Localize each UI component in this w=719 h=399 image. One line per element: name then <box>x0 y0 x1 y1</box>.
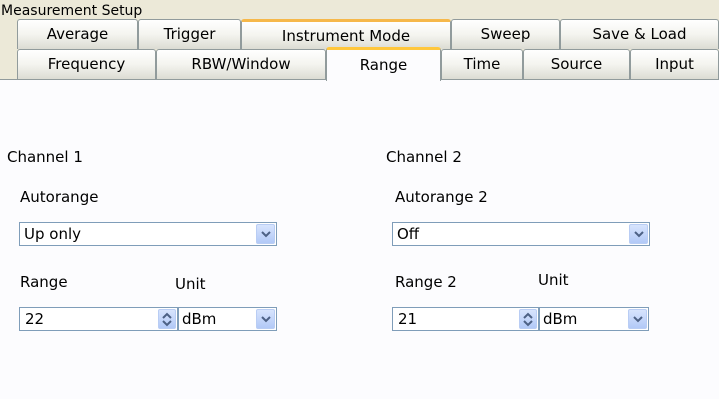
tab-trigger[interactable]: Trigger <box>138 19 241 49</box>
chevron-down-icon[interactable] <box>629 224 648 244</box>
tab-source[interactable]: Source <box>523 49 630 79</box>
channel2-unit-label: Unit <box>538 271 569 289</box>
chevron-down-icon[interactable] <box>256 224 275 244</box>
channel2-autorange-value: Off <box>397 225 420 243</box>
channel2-range-spinner[interactable]: 21 <box>392 307 539 331</box>
channel1-range-spinner[interactable]: 22 <box>19 307 178 331</box>
tab-save-load[interactable]: Save & Load <box>560 19 719 49</box>
chevron-down-icon[interactable] <box>256 309 275 329</box>
tab-instrument-mode[interactable]: Instrument Mode <box>241 19 451 49</box>
channel1-unit-select[interactable]: dBm <box>178 307 277 331</box>
channel2-autorange-label: Autorange 2 <box>395 188 488 206</box>
channel2-range-value: 21 <box>398 310 418 328</box>
channel2-heading: Channel 2 <box>386 148 462 166</box>
channel1-heading: Channel 1 <box>7 148 83 166</box>
tab-time[interactable]: Time <box>441 49 523 79</box>
channel1-range-label: Range <box>20 273 68 291</box>
channel1-autorange-value: Up only <box>24 225 81 243</box>
channel2-range-label: Range 2 <box>395 273 457 291</box>
tab-frequency[interactable]: Frequency <box>17 49 156 79</box>
spinner-arrows-icon[interactable] <box>519 309 537 329</box>
chevron-down-icon[interactable] <box>628 309 647 329</box>
channel2-unit-select[interactable]: dBm <box>539 307 649 331</box>
channel1-autorange-label: Autorange <box>20 188 99 206</box>
channel1-unit-label: Unit <box>175 275 206 293</box>
channel2-autorange-select[interactable]: Off <box>392 222 650 246</box>
tab-average[interactable]: Average <box>17 19 138 49</box>
spinner-arrows-icon[interactable] <box>158 309 176 329</box>
range-tab-panel: Channel 1 Autorange Up only Range Unit 2… <box>0 79 719 399</box>
tab-sweep[interactable]: Sweep <box>451 19 560 49</box>
channel1-autorange-select[interactable]: Up only <box>19 222 277 246</box>
tab-range[interactable]: Range <box>326 47 441 81</box>
channel1-range-value: 22 <box>25 310 45 328</box>
channel2-unit-value: dBm <box>543 310 578 328</box>
channel1-unit-value: dBm <box>182 310 217 328</box>
tab-input[interactable]: Input <box>630 49 719 79</box>
tab-rbw-window[interactable]: RBW/Window <box>156 49 326 79</box>
